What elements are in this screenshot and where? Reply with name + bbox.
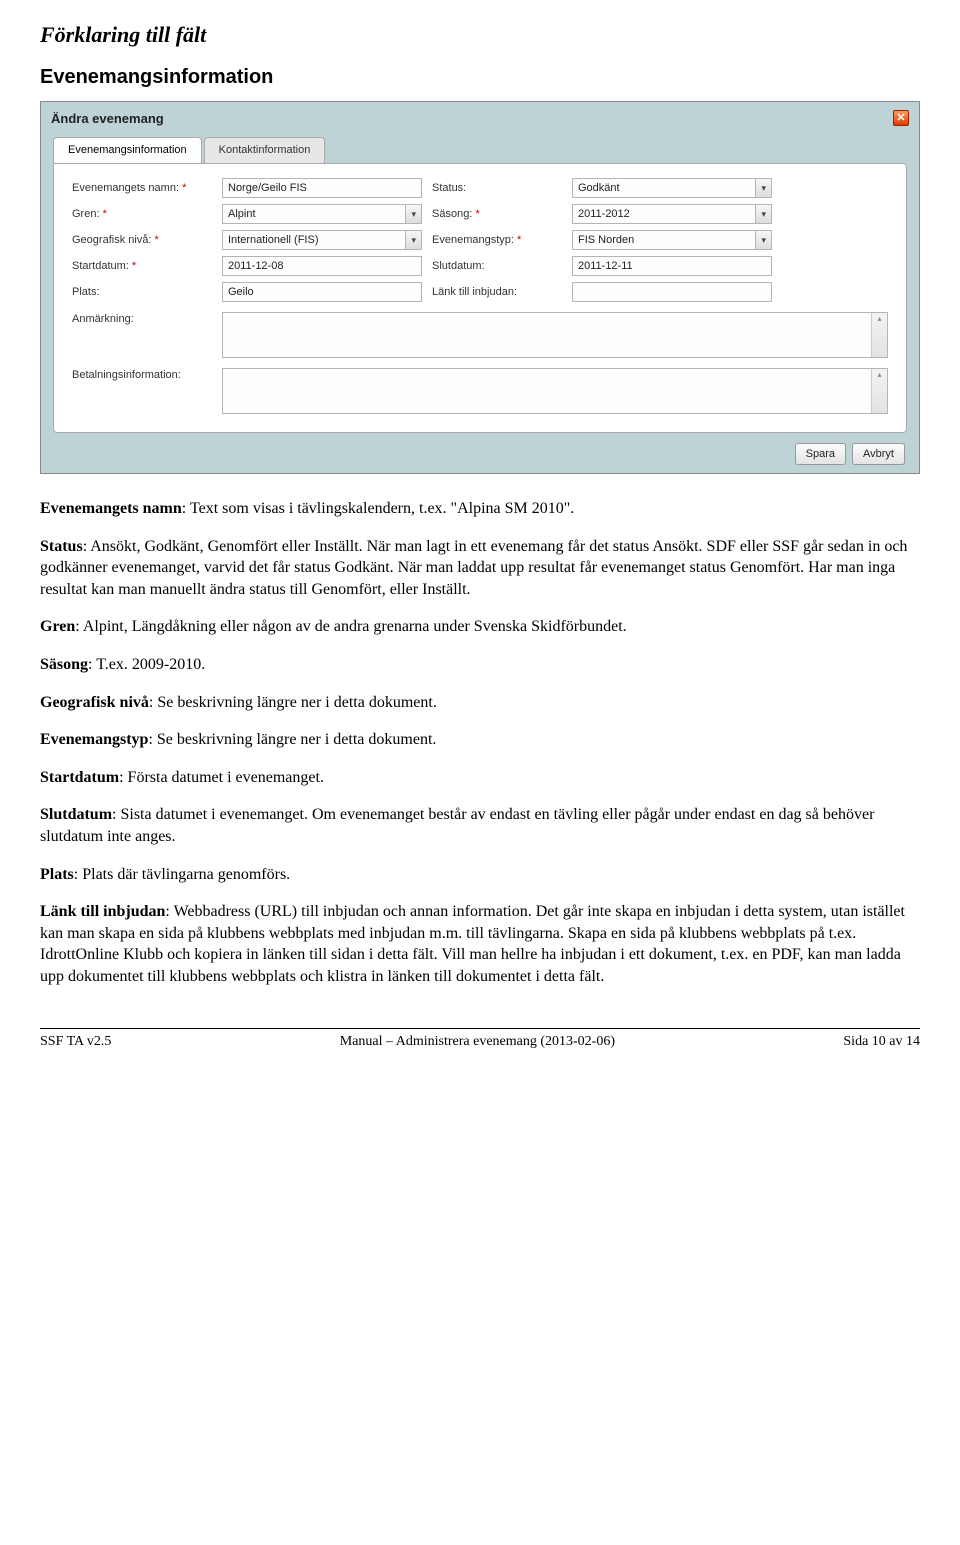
label-end: Slutdatum: — [432, 259, 562, 274]
footer-right: Sida 10 av 14 — [843, 1033, 920, 1052]
cancel-button[interactable]: Avbryt — [852, 443, 905, 465]
label-payinfo: Betalningsinformation: — [72, 368, 212, 383]
term-gren: Gren — [40, 618, 75, 635]
term-end: Slutdatum — [40, 806, 112, 823]
heading-forklaring: Förklaring till fält — [40, 20, 920, 50]
label-name: Evenemangets namn: * — [72, 181, 212, 196]
save-button[interactable]: Spara — [795, 443, 846, 465]
term-place: Plats — [40, 866, 74, 883]
tab-evenemangsinformation[interactable]: Evenemangsinformation — [53, 137, 202, 163]
term-link: Länk till inbjudan — [40, 903, 165, 920]
page-footer: SSF TA v2.5 Manual – Administrera evenem… — [40, 1028, 920, 1052]
form-panel: Evenemangets namn: * Status: ▾ Gren: * ▾… — [53, 163, 907, 433]
select-geo[interactable] — [222, 230, 405, 250]
close-icon[interactable]: ✕ — [893, 110, 909, 126]
chevron-down-icon[interactable]: ▾ — [755, 204, 772, 224]
select-gren[interactable] — [222, 204, 405, 224]
label-geo: Geografisk nivå: * — [72, 233, 212, 248]
term-name: Evenemangets namn — [40, 500, 182, 517]
label-etype: Evenemangstyp: * — [432, 233, 562, 248]
modal-andra-evenemang: Ändra evenemang ✕ Evenemangsinformation … — [40, 101, 920, 474]
select-etype[interactable] — [572, 230, 755, 250]
chevron-down-icon[interactable]: ▾ — [405, 204, 422, 224]
select-season[interactable] — [572, 204, 755, 224]
label-note: Anmärkning: — [72, 312, 212, 327]
input-place[interactable] — [222, 282, 422, 302]
label-place: Plats: — [72, 285, 212, 300]
modal-title: Ändra evenemang — [51, 110, 164, 128]
term-geo: Geografisk nivå — [40, 694, 149, 711]
label-gren: Gren: * — [72, 207, 212, 222]
input-end[interactable] — [572, 256, 772, 276]
textarea-payinfo[interactable] — [222, 368, 888, 414]
label-link: Länk till inbjudan: — [432, 285, 562, 300]
chevron-down-icon[interactable]: ▾ — [755, 178, 772, 198]
label-status: Status: — [432, 181, 562, 196]
body-text: Evenemangets namn: Text som visas i tävl… — [40, 498, 920, 988]
footer-center: Manual – Administrera evenemang (2013-02… — [340, 1033, 615, 1052]
label-season: Säsong: * — [432, 207, 562, 222]
term-etype: Evenemangstyp — [40, 731, 148, 748]
scrollbar[interactable] — [871, 369, 887, 413]
input-link[interactable] — [572, 282, 772, 302]
term-start: Startdatum — [40, 769, 119, 786]
tab-kontaktinformation[interactable]: Kontaktinformation — [204, 137, 326, 163]
footer-left: SSF TA v2.5 — [40, 1033, 111, 1052]
input-name[interactable] — [222, 178, 422, 198]
term-status: Status — [40, 538, 83, 555]
scrollbar[interactable] — [871, 313, 887, 357]
term-season: Säsong — [40, 656, 88, 673]
heading-evenemangsinformation: Evenemangsinformation — [40, 64, 920, 91]
label-start: Startdatum: * — [72, 259, 212, 274]
chevron-down-icon[interactable]: ▾ — [755, 230, 772, 250]
input-start[interactable] — [222, 256, 422, 276]
textarea-note[interactable] — [222, 312, 888, 358]
chevron-down-icon[interactable]: ▾ — [405, 230, 422, 250]
select-status[interactable] — [572, 178, 755, 198]
